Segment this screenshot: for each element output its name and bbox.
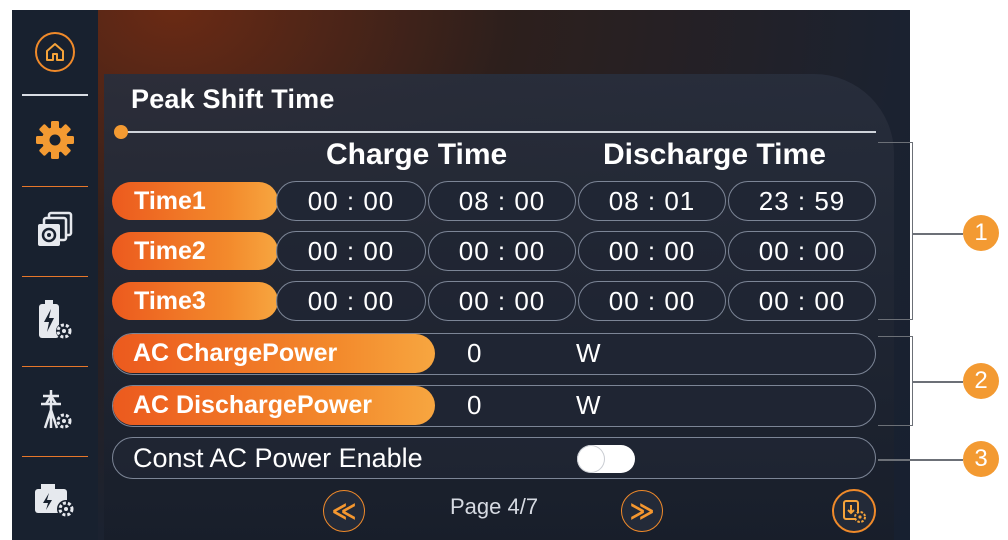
const-ac-power-label: Const AC Power Enable bbox=[133, 443, 423, 473]
ac-discharge-power-value[interactable]: 0 bbox=[467, 390, 481, 421]
ac-charge-power-unit: W bbox=[576, 338, 601, 368]
prev-page-button[interactable]: ≪ bbox=[323, 490, 365, 532]
time2-discharge-end[interactable]: 00 : 00 bbox=[728, 231, 876, 271]
discharge-time-header: Discharge Time bbox=[603, 138, 826, 171]
time1-charge-start[interactable]: 00 : 00 bbox=[276, 181, 426, 221]
multi-settings-icon bbox=[38, 211, 73, 246]
time3-discharge-start[interactable]: 00 : 00 bbox=[578, 281, 726, 321]
ac-discharge-power-label: AC DischargePower bbox=[113, 386, 435, 425]
ac-charge-power-label: AC ChargePower bbox=[113, 334, 435, 373]
sidebar-item-multi-settings[interactable] bbox=[12, 188, 98, 272]
sidebar-divider bbox=[22, 94, 88, 96]
time2-discharge-start[interactable]: 00 : 00 bbox=[578, 231, 726, 271]
sidebar-divider bbox=[22, 186, 88, 187]
page-indicator: Page 4/7 bbox=[450, 494, 539, 519]
time1-charge-end[interactable]: 08 : 00 bbox=[428, 181, 576, 221]
callout-line-2 bbox=[913, 381, 963, 383]
sidebar-item-generator-settings[interactable] bbox=[12, 458, 98, 540]
callout-line-1 bbox=[913, 233, 963, 235]
ac-charge-power-row[interactable]: AC ChargePower 0 W bbox=[112, 333, 876, 375]
grid-settings-icon bbox=[41, 390, 72, 429]
sidebar-item-home[interactable] bbox=[12, 10, 98, 94]
callout-line-3 bbox=[878, 459, 963, 461]
time2-charge-start[interactable]: 00 : 00 bbox=[276, 231, 426, 271]
sidebar-divider bbox=[22, 366, 88, 367]
time1-discharge-end[interactable]: 23 : 59 bbox=[728, 181, 876, 221]
sidebar bbox=[12, 10, 98, 540]
time2-charge-end[interactable]: 00 : 00 bbox=[428, 231, 576, 271]
sidebar-item-settings[interactable] bbox=[12, 98, 98, 182]
next-page-button[interactable]: ≫ bbox=[621, 490, 663, 532]
home-button[interactable] bbox=[35, 32, 75, 72]
export-settings-icon bbox=[843, 500, 866, 523]
const-ac-power-row: Const AC Power Enable bbox=[112, 437, 876, 479]
ac-discharge-power-row[interactable]: AC DischargePower 0 W bbox=[112, 385, 876, 427]
ac-charge-power-value[interactable]: 0 bbox=[467, 338, 481, 369]
title-accent-dot bbox=[114, 125, 128, 139]
home-icon bbox=[46, 43, 64, 61]
ac-discharge-power-unit: W bbox=[576, 390, 601, 420]
const-ac-power-toggle[interactable] bbox=[577, 445, 635, 473]
charge-time-header: Charge Time bbox=[326, 138, 508, 171]
time1-label: Time1 bbox=[112, 182, 278, 220]
time3-label: Time3 bbox=[112, 282, 278, 320]
sidebar-divider bbox=[22, 456, 88, 457]
callout-bracket-1 bbox=[878, 142, 913, 320]
toggle-knob bbox=[578, 446, 604, 472]
export-settings-button[interactable] bbox=[832, 489, 876, 533]
time3-discharge-end[interactable]: 00 : 00 bbox=[728, 281, 876, 321]
generator-settings-icon bbox=[35, 484, 75, 518]
callout-badge-2: 2 bbox=[963, 363, 999, 399]
callout-badge-3: 3 bbox=[963, 441, 999, 477]
callout-bracket-2 bbox=[878, 336, 913, 426]
callout-badge-1: 1 bbox=[963, 215, 999, 251]
sidebar-item-grid-settings[interactable] bbox=[12, 368, 98, 452]
title-divider bbox=[124, 131, 876, 133]
battery-settings-icon bbox=[39, 300, 72, 339]
sidebar-divider bbox=[22, 276, 88, 277]
time3-charge-start[interactable]: 00 : 00 bbox=[276, 281, 426, 321]
page-title: Peak Shift Time bbox=[131, 84, 335, 114]
time3-charge-end[interactable]: 00 : 00 bbox=[428, 281, 576, 321]
gear-icon bbox=[36, 121, 74, 159]
time2-label: Time2 bbox=[112, 232, 278, 270]
time1-discharge-start[interactable]: 08 : 01 bbox=[578, 181, 726, 221]
sidebar-item-battery-settings[interactable] bbox=[12, 278, 98, 362]
